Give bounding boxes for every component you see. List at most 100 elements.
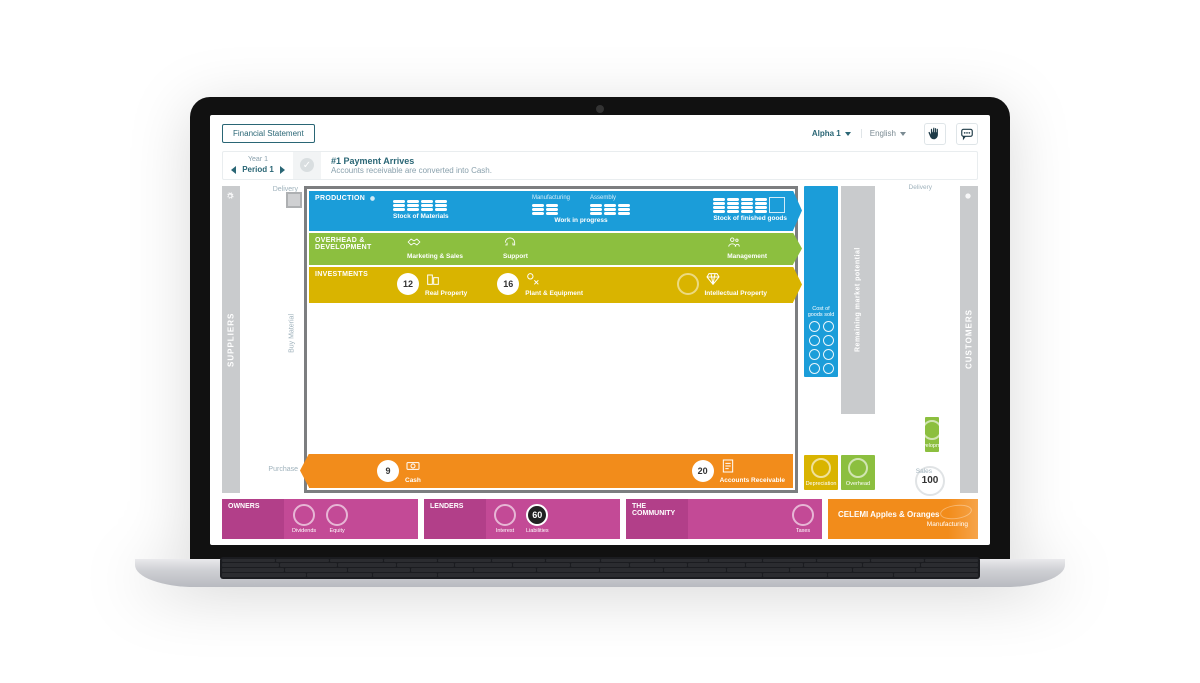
brand-name: CELEMI Apples & Oranges: [838, 510, 940, 519]
material-input-slot[interactable]: [286, 192, 302, 208]
community-card[interactable]: THE COMMUNITY Taxes: [626, 499, 822, 539]
right-panel: Delivery Cost of goods sold Remaining ma…: [804, 186, 954, 493]
overhead-block[interactable]: OVERHEAD & DEVELOPMENT Marketing & Sales…: [309, 233, 793, 265]
plant-value: 16: [497, 273, 519, 295]
top-bar: Financial Statement Alpha 1 English: [222, 123, 978, 145]
taxes-label: Taxes: [796, 528, 810, 534]
intellectual-property-cell[interactable]: Intellectual Property: [677, 271, 768, 297]
liabilities-label: Liabilities: [526, 528, 549, 534]
team-label: Alpha 1: [812, 129, 841, 138]
owners-title: OWNERS: [228, 503, 260, 510]
sales-label: Sales: [916, 468, 932, 475]
chat-icon: [960, 127, 974, 141]
cogs-coins: [809, 321, 834, 374]
balance-sheet-frame: PRODUCTION: [304, 186, 798, 493]
materials-stock[interactable]: [393, 199, 447, 211]
cog-wrench-icon: [525, 271, 583, 289]
lenders-title: LENDERS: [430, 503, 463, 510]
cogs-card[interactable]: Cost of goods sold: [804, 186, 838, 377]
wip-manufacturing[interactable]: [532, 203, 558, 215]
finished-goods-stock[interactable]: [713, 197, 785, 213]
plant-equipment-cell[interactable]: 16 Plant & Equipment: [497, 271, 583, 297]
language-label: English: [870, 129, 896, 138]
investments-block[interactable]: INVESTMENTS 12 Real Property 16 Plant & …: [309, 267, 793, 303]
wip-assembly[interactable]: [590, 203, 630, 215]
building-icon: [425, 271, 467, 289]
marketing-label: Marketing & Sales: [407, 253, 463, 260]
app-screen: Financial Statement Alpha 1 English: [210, 115, 990, 545]
real-property-cell[interactable]: 12 Real Property: [397, 271, 467, 297]
brand-edition: Manufacturing: [927, 521, 968, 528]
brand-badge: CELEMI Apples & Oranges Manufacturing: [828, 499, 978, 539]
equity-label: Equity: [330, 528, 345, 534]
next-period-button[interactable]: [280, 166, 285, 174]
laptop-mockup: Financial Statement Alpha 1 English: [190, 97, 1010, 587]
manufacturing-label: Manufacturing: [532, 195, 570, 201]
cash-row[interactable]: 9 Cash 20 Accounts Receivable: [309, 454, 793, 488]
finished-label: Stock of finished goods: [713, 215, 787, 222]
wip-label: Work in progress: [554, 217, 607, 224]
production-block[interactable]: PRODUCTION: [309, 191, 793, 231]
depreciation-card[interactable]: Depreciation: [804, 455, 838, 490]
market-potential-rail: Remaining market potential: [841, 186, 875, 414]
suppliers-rail: SUPPLIERS: [222, 186, 240, 493]
ar-value: 20: [692, 460, 714, 482]
chat-button[interactable]: [956, 123, 978, 145]
management-label: Management: [727, 253, 767, 260]
financial-statement-button[interactable]: Financial Statement: [222, 124, 315, 143]
cash-value: 9: [377, 460, 399, 482]
assembly-label: Assembly: [590, 195, 616, 201]
production-title: PRODUCTION: [315, 195, 365, 202]
interest-label: Interest: [496, 528, 514, 534]
gear-icon[interactable]: [965, 192, 974, 200]
step-bar: Year 1 Period 1 ✓ #1 Payment Arrives Acc…: [222, 151, 978, 180]
development-card[interactable]: Development: [925, 417, 939, 452]
people-icon: [727, 235, 741, 251]
customers-rail: CUSTOMERS: [960, 186, 978, 493]
materials-label: Stock of Materials: [393, 213, 449, 220]
step-title: #1 Payment Arrives: [331, 156, 492, 166]
chevron-down-icon: [845, 132, 851, 136]
year-label: Year 1: [248, 156, 268, 163]
period-label: Period 1: [242, 165, 274, 174]
check-icon: ✓: [300, 158, 314, 172]
dividends-label: Dividends: [292, 528, 316, 534]
cash-cell[interactable]: 9 Cash: [377, 458, 421, 484]
language-selector[interactable]: English: [861, 129, 914, 138]
overhead-title: OVERHEAD & DEVELOPMENT: [315, 237, 381, 251]
purchase-label: Purchase: [268, 466, 298, 473]
customers-label: CUSTOMERS: [965, 309, 974, 369]
lenders-card[interactable]: LENDERS Interest 60 Liabilities: [424, 499, 620, 539]
left-flow-labels: Delivery Buy Material Purchase: [246, 186, 298, 493]
invoice-icon: [720, 458, 785, 476]
hand-icon: [928, 127, 942, 141]
cash-icon: [405, 458, 421, 476]
support-label: Support: [503, 253, 528, 260]
gear-icon[interactable]: [369, 195, 376, 204]
team-selector[interactable]: Alpha 1: [812, 129, 851, 138]
handshake-icon: [407, 235, 421, 251]
liabilities-value: 60: [526, 504, 548, 526]
investments-title: INVESTMENTS: [315, 271, 368, 278]
gear-icon[interactable]: [227, 192, 236, 200]
cogs-label: Cost of goods sold: [807, 306, 835, 318]
finished-goods-slot[interactable]: [769, 197, 785, 213]
game-board: SUPPLIERS Delivery Buy Material Purchase…: [222, 186, 978, 493]
step-status: ✓: [293, 152, 321, 179]
headset-icon: [503, 235, 517, 251]
stakeholders-row: OWNERS Dividends Equity LENDERS Interest…: [222, 499, 978, 539]
prev-period-button[interactable]: [231, 166, 236, 174]
community-title: THE COMMUNITY: [632, 503, 682, 517]
step-subtitle: Accounts receivable are converted into C…: [331, 166, 492, 175]
accounts-receivable-cell[interactable]: 20 Accounts Receivable: [692, 458, 785, 484]
raise-hand-button[interactable]: [924, 123, 946, 145]
chevron-down-icon: [900, 132, 906, 136]
time-navigator: Year 1 Period 1: [223, 152, 293, 179]
overhead-card[interactable]: Overhead: [841, 455, 875, 490]
diamond-icon: [705, 271, 768, 289]
delivery-out-label: Delivery: [909, 184, 932, 191]
buy-material-label: Buy Material: [289, 314, 296, 353]
real-property-value: 12: [397, 273, 419, 295]
owners-card[interactable]: OWNERS Dividends Equity: [222, 499, 418, 539]
laptop-keyboard: [220, 557, 980, 579]
